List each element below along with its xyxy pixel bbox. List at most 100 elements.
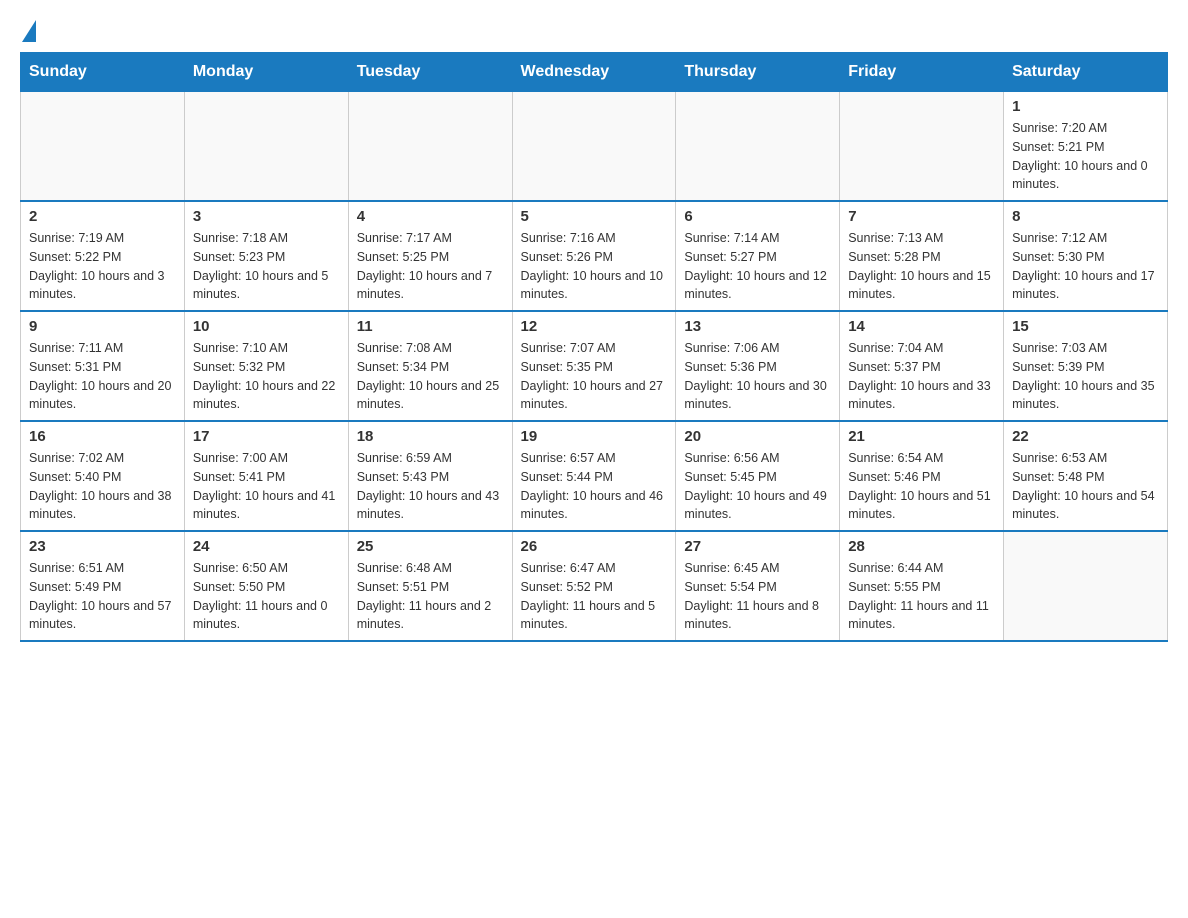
calendar-cell: 13 Sunrise: 7:06 AMSunset: 5:36 PMDayligh… [676,311,840,421]
weekday-header-sunday: Sunday [21,53,185,92]
day-info: Sunrise: 6:50 AMSunset: 5:50 PMDaylight:… [193,559,340,634]
day-info: Sunrise: 7:18 AMSunset: 5:23 PMDaylight:… [193,229,340,304]
day-info: Sunrise: 6:47 AMSunset: 5:52 PMDaylight:… [521,559,668,634]
weekday-header-saturday: Saturday [1004,53,1168,92]
calendar-cell [1004,531,1168,641]
calendar-cell: 12 Sunrise: 7:07 AMSunset: 5:35 PMDayligh… [512,311,676,421]
calendar-week-row: 2 Sunrise: 7:19 AMSunset: 5:22 PMDaylight… [21,201,1168,311]
day-number: 2 [29,208,176,225]
calendar-cell [348,92,512,202]
calendar-cell: 5 Sunrise: 7:16 AMSunset: 5:26 PMDaylight… [512,201,676,311]
day-number: 14 [848,318,995,335]
day-number: 28 [848,538,995,555]
day-number: 21 [848,428,995,445]
day-number: 3 [193,208,340,225]
day-number: 4 [357,208,504,225]
day-number: 25 [357,538,504,555]
day-number: 27 [684,538,831,555]
calendar-cell: 1 Sunrise: 7:20 AMSunset: 5:21 PMDaylight… [1004,92,1168,202]
calendar-cell: 14 Sunrise: 7:04 AMSunset: 5:37 PMDayligh… [840,311,1004,421]
calendar-cell: 9Sunrise: 7:11 AMSunset: 5:31 PMDaylight… [21,311,185,421]
day-info: Sunrise: 6:51 AMSunset: 5:49 PMDaylight:… [29,559,176,634]
calendar-cell: 15 Sunrise: 7:03 AMSunset: 5:39 PMDayligh… [1004,311,1168,421]
day-number: 18 [357,428,504,445]
day-info: Sunrise: 7:13 AMSunset: 5:28 PMDaylight:… [848,229,995,304]
calendar-cell: 2 Sunrise: 7:19 AMSunset: 5:22 PMDaylight… [21,201,185,311]
day-number: 15 [1012,318,1159,335]
day-number: 26 [521,538,668,555]
calendar-cell: 26 Sunrise: 6:47 AMSunset: 5:52 PMDayligh… [512,531,676,641]
calendar-cell [184,92,348,202]
day-number: 23 [29,538,176,555]
weekday-header-thursday: Thursday [676,53,840,92]
logo [20,20,36,42]
calendar-week-row: 23 Sunrise: 6:51 AMSunset: 5:49 PMDayligh… [21,531,1168,641]
weekday-header-wednesday: Wednesday [512,53,676,92]
day-number: 24 [193,538,340,555]
calendar-cell [512,92,676,202]
calendar-cell: 28 Sunrise: 6:44 AMSunset: 5:55 PMDayligh… [840,531,1004,641]
calendar-cell: 21 Sunrise: 6:54 AMSunset: 5:46 PMDayligh… [840,421,1004,531]
day-number: 19 [521,428,668,445]
day-number: 20 [684,428,831,445]
calendar-week-row: 9Sunrise: 7:11 AMSunset: 5:31 PMDaylight… [21,311,1168,421]
day-info: Sunrise: 6:54 AMSunset: 5:46 PMDaylight:… [848,449,995,524]
day-info: Sunrise: 7:08 AMSunset: 5:34 PMDaylight:… [357,339,504,414]
day-info: Sunrise: 7:17 AMSunset: 5:25 PMDaylight:… [357,229,504,304]
day-info: Sunrise: 7:06 AMSunset: 5:36 PMDaylight:… [684,339,831,414]
logo-blue-text [20,20,36,42]
day-info: Sunrise: 7:04 AMSunset: 5:37 PMDaylight:… [848,339,995,414]
calendar-cell: 6 Sunrise: 7:14 AMSunset: 5:27 PMDaylight… [676,201,840,311]
day-info: Sunrise: 7:02 AMSunset: 5:40 PMDaylight:… [29,449,176,524]
day-number: 6 [684,208,831,225]
calendar-cell: 4 Sunrise: 7:17 AMSunset: 5:25 PMDaylight… [348,201,512,311]
calendar-cell: 17Sunrise: 7:00 AMSunset: 5:41 PMDayligh… [184,421,348,531]
calendar-cell: 11 Sunrise: 7:08 AMSunset: 5:34 PMDayligh… [348,311,512,421]
calendar-cell: 19 Sunrise: 6:57 AMSunset: 5:44 PMDayligh… [512,421,676,531]
day-info: Sunrise: 7:10 AMSunset: 5:32 PMDaylight:… [193,339,340,414]
day-number: 13 [684,318,831,335]
day-info: Sunrise: 6:57 AMSunset: 5:44 PMDaylight:… [521,449,668,524]
day-info: Sunrise: 6:53 AMSunset: 5:48 PMDaylight:… [1012,449,1159,524]
day-info: Sunrise: 7:12 AMSunset: 5:30 PMDaylight:… [1012,229,1159,304]
weekday-header-friday: Friday [840,53,1004,92]
calendar-cell: 25 Sunrise: 6:48 AMSunset: 5:51 PMDayligh… [348,531,512,641]
day-number: 5 [521,208,668,225]
day-info: Sunrise: 7:11 AMSunset: 5:31 PMDaylight:… [29,339,176,414]
day-number: 7 [848,208,995,225]
day-info: Sunrise: 6:48 AMSunset: 5:51 PMDaylight:… [357,559,504,634]
day-number: 10 [193,318,340,335]
calendar-cell: 8 Sunrise: 7:12 AMSunset: 5:30 PMDaylight… [1004,201,1168,311]
calendar-cell: 3 Sunrise: 7:18 AMSunset: 5:23 PMDaylight… [184,201,348,311]
day-info: Sunrise: 7:03 AMSunset: 5:39 PMDaylight:… [1012,339,1159,414]
calendar-cell: 16 Sunrise: 7:02 AMSunset: 5:40 PMDayligh… [21,421,185,531]
day-info: Sunrise: 7:16 AMSunset: 5:26 PMDaylight:… [521,229,668,304]
weekday-header-tuesday: Tuesday [348,53,512,92]
calendar-cell: 7 Sunrise: 7:13 AMSunset: 5:28 PMDaylight… [840,201,1004,311]
day-number: 8 [1012,208,1159,225]
calendar-cell [676,92,840,202]
day-number: 16 [29,428,176,445]
day-number: 22 [1012,428,1159,445]
calendar-cell: 20 Sunrise: 6:56 AMSunset: 5:45 PMDayligh… [676,421,840,531]
logo-triangle-icon [22,20,36,42]
calendar-table: SundayMondayTuesdayWednesdayThursdayFrid… [20,52,1168,642]
calendar-week-row: 1 Sunrise: 7:20 AMSunset: 5:21 PMDaylight… [21,92,1168,202]
calendar-cell: 18Sunrise: 6:59 AMSunset: 5:43 PMDayligh… [348,421,512,531]
day-number: 1 [1012,98,1159,115]
day-info: Sunrise: 6:44 AMSunset: 5:55 PMDaylight:… [848,559,995,634]
day-info: Sunrise: 7:07 AMSunset: 5:35 PMDaylight:… [521,339,668,414]
page-header [20,20,1168,42]
day-info: Sunrise: 7:19 AMSunset: 5:22 PMDaylight:… [29,229,176,304]
day-info: Sunrise: 6:56 AMSunset: 5:45 PMDaylight:… [684,449,831,524]
day-info: Sunrise: 7:20 AMSunset: 5:21 PMDaylight:… [1012,119,1159,194]
calendar-cell [840,92,1004,202]
day-info: Sunrise: 7:14 AMSunset: 5:27 PMDaylight:… [684,229,831,304]
weekday-header-monday: Monday [184,53,348,92]
day-number: 11 [357,318,504,335]
day-number: 12 [521,318,668,335]
day-info: Sunrise: 6:45 AMSunset: 5:54 PMDaylight:… [684,559,831,634]
calendar-week-row: 16 Sunrise: 7:02 AMSunset: 5:40 PMDayligh… [21,421,1168,531]
calendar-cell: 10 Sunrise: 7:10 AMSunset: 5:32 PMDayligh… [184,311,348,421]
calendar-cell: 23 Sunrise: 6:51 AMSunset: 5:49 PMDayligh… [21,531,185,641]
